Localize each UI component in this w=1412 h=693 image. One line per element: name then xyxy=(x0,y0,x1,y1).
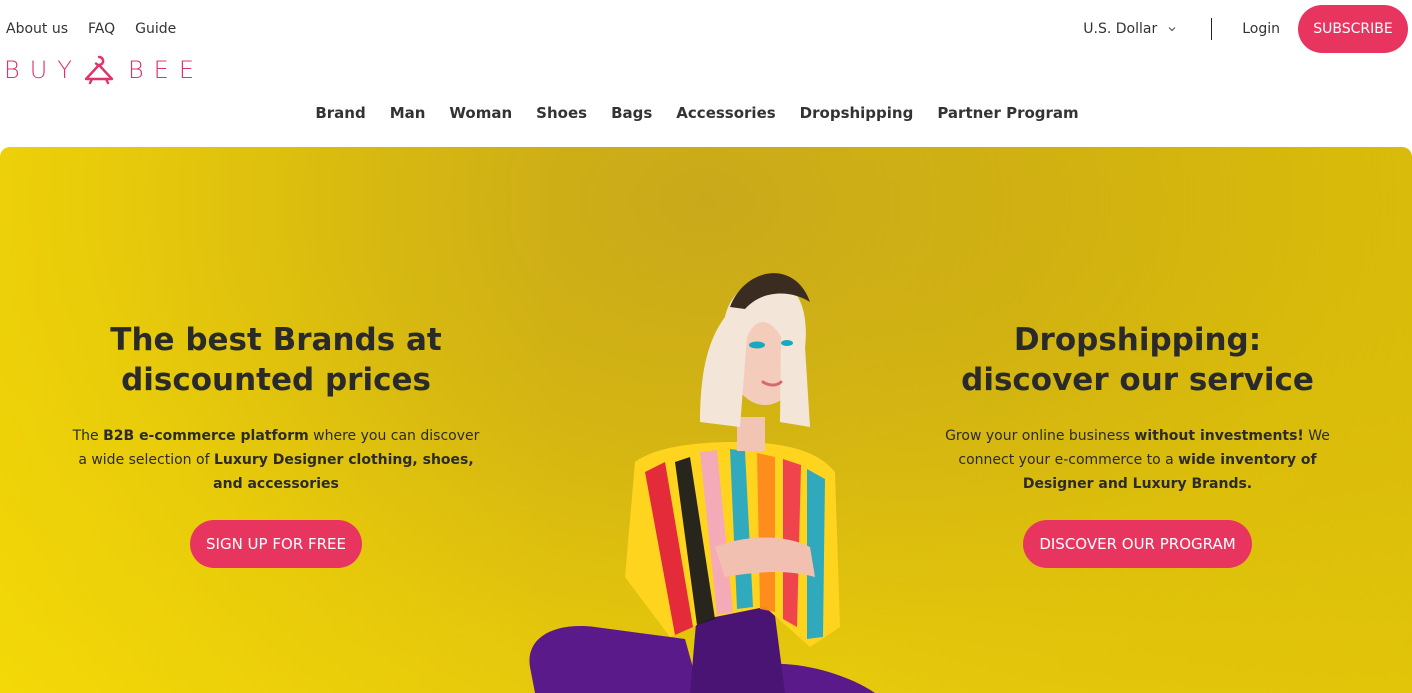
faq-link[interactable]: FAQ xyxy=(88,21,115,37)
header-actions: U.S. Dollar Login SUBSCRIBE xyxy=(1083,5,1408,53)
promo-dropshipping-title-line1: Dropshipping: xyxy=(1013,322,1262,358)
promo-brands-title: The best Brands at discounted prices xyxy=(70,320,482,400)
top-links: About us FAQ Guide xyxy=(6,21,176,37)
hero-banner: The best Brands at discounted prices The… xyxy=(0,147,1412,693)
promo-dropshipping-text: Grow your online business without invest… xyxy=(925,424,1350,496)
promo-brands-title-line2: discounted prices xyxy=(121,362,431,398)
main-nav: Brand Man Woman Shoes Bags Accessories D… xyxy=(0,104,1412,122)
buybee-logo[interactable]: BUY BEE xyxy=(4,52,204,88)
subscribe-button[interactable]: SUBSCRIBE xyxy=(1298,5,1408,53)
nav-partner-program[interactable]: Partner Program xyxy=(937,104,1078,122)
nav-bags[interactable]: Bags xyxy=(611,104,652,122)
currency-label: U.S. Dollar xyxy=(1083,21,1158,37)
promo-brands-text-b: B2B e-commerce platform xyxy=(103,428,309,444)
nav-woman[interactable]: Woman xyxy=(449,104,512,122)
logo-text-right: BEE xyxy=(127,56,204,84)
sign-up-button[interactable]: SIGN UP FOR FREE xyxy=(190,520,362,568)
discover-program-button[interactable]: DISCOVER OUR PROGRAM xyxy=(1023,520,1252,568)
promo-dropshipping-text-b: without investments! xyxy=(1134,428,1304,444)
promo-brands-title-line1: The best Brands at xyxy=(110,322,442,358)
promo-dropshipping-text-a: Grow your online business xyxy=(945,428,1135,444)
nav-accessories[interactable]: Accessories xyxy=(676,104,775,122)
about-us-link[interactable]: About us xyxy=(6,21,68,37)
nav-man[interactable]: Man xyxy=(390,104,426,122)
currency-selector[interactable]: U.S. Dollar xyxy=(1083,21,1177,37)
promo-brands-text-d: Luxury Designer clothing, shoes, and acc… xyxy=(213,452,474,492)
header-divider xyxy=(1211,18,1213,40)
hanger-icon xyxy=(84,55,114,85)
promo-brands-text: The B2B e-commerce platform where you ca… xyxy=(70,424,482,496)
hero-model-image xyxy=(529,273,875,693)
promo-dropshipping: Dropshipping: discover our service Grow … xyxy=(925,320,1350,568)
promo-brands: The best Brands at discounted prices The… xyxy=(70,320,482,568)
guide-link[interactable]: Guide xyxy=(135,21,176,37)
login-link[interactable]: Login xyxy=(1242,21,1280,37)
chevron-down-icon xyxy=(1168,27,1176,32)
promo-dropshipping-title: Dropshipping: discover our service xyxy=(925,320,1350,400)
nav-dropshipping[interactable]: Dropshipping xyxy=(800,104,914,122)
promo-dropshipping-title-line2: discover our service xyxy=(961,362,1314,398)
promo-brands-text-a: The xyxy=(72,428,104,444)
nav-shoes[interactable]: Shoes xyxy=(536,104,587,122)
nav-brand[interactable]: Brand xyxy=(315,104,365,122)
logo-text-left: BUY xyxy=(4,56,82,84)
